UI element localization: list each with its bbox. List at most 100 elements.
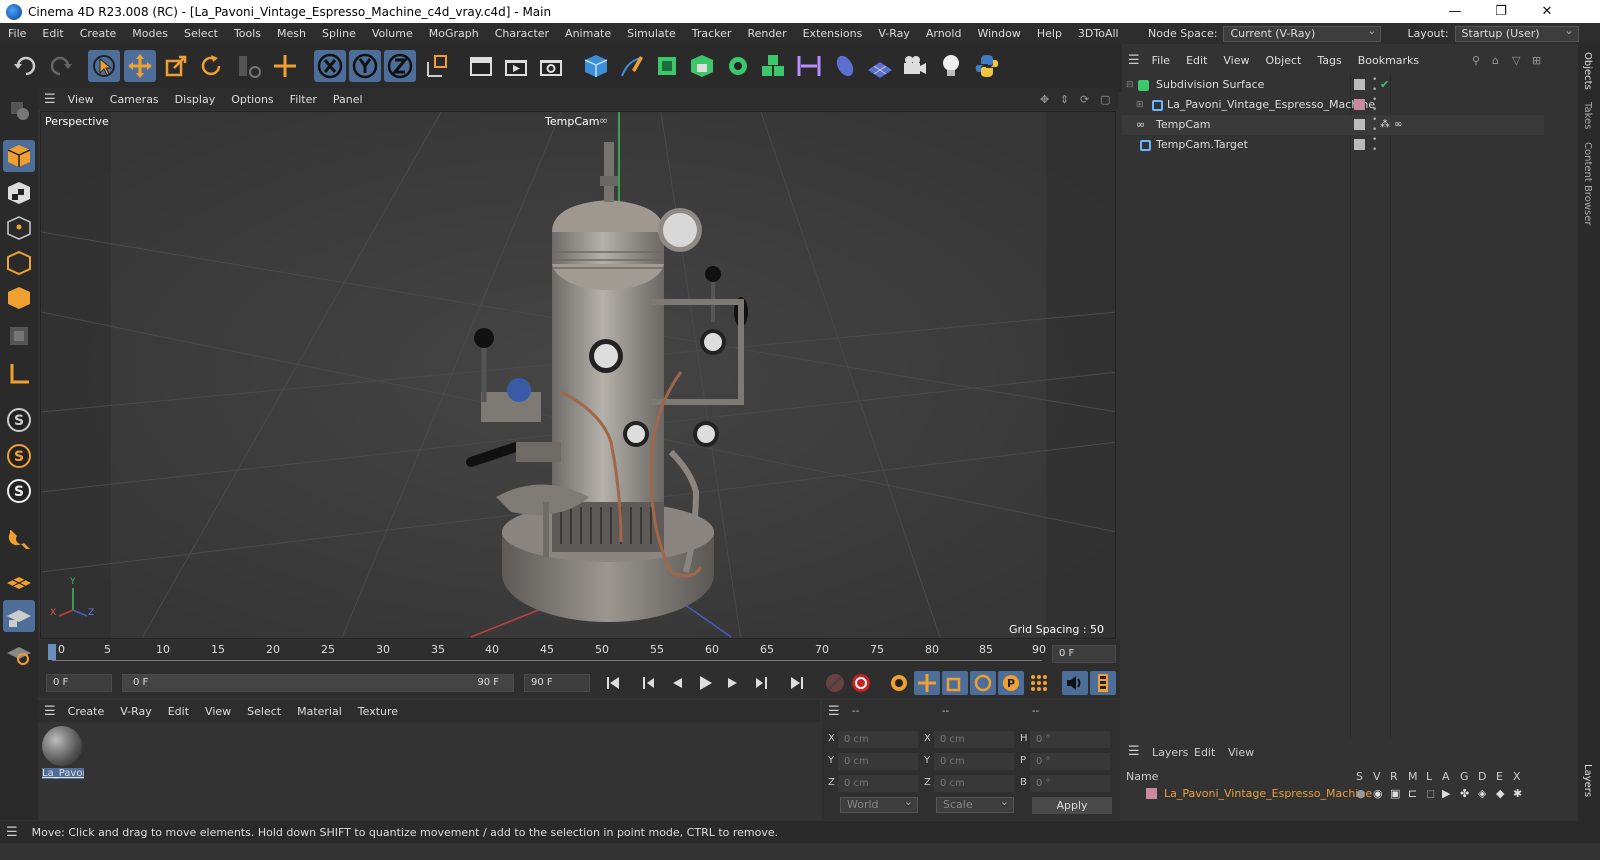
menu-create[interactable]: Create bbox=[72, 23, 125, 44]
viewport-menu-view[interactable]: View bbox=[60, 93, 102, 106]
play-button[interactable] bbox=[692, 671, 718, 695]
rotation-h-field[interactable]: 0 ° bbox=[1030, 731, 1110, 748]
current-frame-field[interactable]: 0 F bbox=[1052, 645, 1116, 663]
visibility-dots-icon[interactable]: • • bbox=[1372, 135, 1377, 155]
layer-render-icon[interactable]: ▣ bbox=[1390, 784, 1400, 804]
viewport-menu-cameras[interactable]: Cameras bbox=[102, 93, 167, 106]
material-menu-texture[interactable]: Texture bbox=[350, 705, 406, 718]
material-menu-vray[interactable]: V-Ray bbox=[112, 705, 160, 718]
objects-menu-bookmarks[interactable]: Bookmarks bbox=[1350, 54, 1427, 67]
viewport-menu-display[interactable]: Display bbox=[167, 93, 224, 106]
field-button[interactable] bbox=[829, 50, 861, 82]
menu-file[interactable]: File bbox=[0, 23, 34, 44]
layer-row[interactable]: La_Pavoni_Vintage_Espresso_Machine ● ◉ ▣… bbox=[1122, 784, 1544, 804]
autokeying-button[interactable] bbox=[848, 671, 874, 695]
points-mode-button[interactable] bbox=[3, 212, 35, 244]
edit-flag-icon[interactable] bbox=[1354, 79, 1365, 90]
uv-mode-button[interactable] bbox=[3, 320, 35, 352]
rotation-key-button[interactable] bbox=[970, 671, 996, 695]
record-active-objects-button[interactable] bbox=[822, 671, 848, 695]
light-button[interactable] bbox=[935, 50, 967, 82]
snap-toggle-button[interactable]: S bbox=[3, 404, 35, 436]
menu-extensions[interactable]: Extensions bbox=[795, 23, 871, 44]
menu-volume[interactable]: Volume bbox=[364, 23, 421, 44]
tab-layers[interactable]: Layers bbox=[1582, 764, 1593, 797]
menu-simulate[interactable]: Simulate bbox=[619, 23, 684, 44]
make-editable-button[interactable] bbox=[3, 94, 35, 126]
material-menu-edit[interactable]: Edit bbox=[160, 705, 197, 718]
visibility-dots-icon[interactable]: • • bbox=[1372, 115, 1377, 135]
apply-button[interactable]: Apply bbox=[1032, 797, 1112, 814]
cube-object-button[interactable] bbox=[580, 50, 612, 82]
viewport-camera-name[interactable]: TempCam bbox=[545, 115, 599, 128]
snap-mode-button[interactable]: S bbox=[3, 475, 35, 507]
layer-deformers-icon[interactable]: ◈ bbox=[1478, 784, 1486, 804]
z-axis-lock-button[interactable] bbox=[384, 50, 416, 82]
tab-takes[interactable]: Takes bbox=[1582, 102, 1593, 129]
deformer-button[interactable] bbox=[793, 50, 825, 82]
layer-generators-icon[interactable]: ✤ bbox=[1460, 784, 1469, 804]
go-to-end-button[interactable] bbox=[784, 671, 810, 695]
object-row-subdivision-surface[interactable]: ⊟ Subdivision Surface • • ✔ bbox=[1122, 75, 1544, 95]
edges-mode-button[interactable] bbox=[3, 247, 35, 279]
layer-solo-icon[interactable]: ● bbox=[1356, 784, 1366, 804]
timeline-ruler[interactable]: 0 5 10 15 20 25 30 35 40 45 50 55 60 65 … bbox=[38, 640, 1120, 668]
layer-visible-eye-icon[interactable]: ◉ bbox=[1373, 784, 1383, 804]
create-null-button[interactable] bbox=[269, 50, 301, 82]
size-y-field[interactable]: 0 cm bbox=[934, 753, 1014, 770]
layers-menu-layers[interactable]: Layers bbox=[1152, 746, 1188, 759]
coordinate-system-button[interactable] bbox=[421, 50, 453, 82]
workplane-button[interactable] bbox=[3, 565, 35, 597]
objects-menu-tags[interactable]: Tags bbox=[1309, 54, 1349, 67]
maximize-button[interactable]: ❐ bbox=[1478, 0, 1524, 23]
material-menu-create[interactable]: Create bbox=[60, 705, 113, 718]
menu-vray[interactable]: V-Ray bbox=[870, 23, 918, 44]
position-z-field[interactable]: 0 cm bbox=[838, 775, 918, 792]
layer-manager-icon[interactable]: ⊏ bbox=[1408, 784, 1417, 804]
menu-character[interactable]: Character bbox=[487, 23, 557, 44]
visibility-dots-icon[interactable]: • • bbox=[1372, 95, 1377, 115]
target-tag-icon[interactable]: ∞ bbox=[1394, 115, 1402, 135]
start-frame-field[interactable]: 0 F bbox=[46, 674, 112, 692]
next-keyframe-button[interactable] bbox=[748, 671, 774, 695]
point-level-animation-button[interactable] bbox=[1026, 671, 1052, 695]
menu-tracker[interactable]: Tracker bbox=[684, 23, 740, 44]
minimize-button[interactable]: — bbox=[1432, 0, 1478, 23]
texture-mode-button[interactable] bbox=[3, 177, 35, 209]
lock-workplane-button[interactable] bbox=[3, 600, 35, 632]
viewport-menu-filter[interactable]: Filter bbox=[282, 93, 325, 106]
render-to-picture-viewer-button[interactable] bbox=[500, 50, 532, 82]
menu-select[interactable]: Select bbox=[176, 23, 226, 44]
position-y-field[interactable]: 0 cm bbox=[838, 753, 918, 770]
rotate-tool-button[interactable] bbox=[195, 50, 227, 82]
viewport-rotate-icon[interactable]: ⟳ bbox=[1080, 93, 1089, 106]
edit-flag-icon[interactable] bbox=[1354, 119, 1365, 130]
model-mode-button[interactable] bbox=[3, 140, 35, 172]
axis-mode-button[interactable] bbox=[3, 358, 35, 390]
size-x-field[interactable]: 0 cm bbox=[934, 731, 1014, 748]
menu-tools[interactable]: Tools bbox=[226, 23, 269, 44]
close-button[interactable]: ✕ bbox=[1524, 0, 1570, 23]
rotation-b-field[interactable]: 0 ° bbox=[1030, 775, 1110, 792]
undo-button[interactable] bbox=[10, 50, 42, 82]
tree-expand-icon[interactable]: ⊟ bbox=[1126, 75, 1134, 95]
layer-animation-icon[interactable]: ▶ bbox=[1442, 784, 1450, 804]
tab-content-browser[interactable]: Content Browser bbox=[1582, 142, 1593, 225]
position-key-button[interactable] bbox=[914, 671, 940, 695]
size-mode-dropdown[interactable]: Scale bbox=[936, 795, 1014, 813]
next-frame-button[interactable] bbox=[720, 671, 746, 695]
layer-color-swatch[interactable] bbox=[1146, 788, 1157, 799]
layers-menu-view[interactable]: View bbox=[1228, 746, 1254, 759]
menu-3dtoall[interactable]: 3DToAll bbox=[1070, 23, 1127, 44]
objects-home-icon[interactable]: ⌂ bbox=[1492, 54, 1499, 67]
objects-menu-object[interactable]: Object bbox=[1258, 54, 1310, 67]
playhead[interactable] bbox=[48, 644, 56, 660]
layer-lock-icon[interactable]: ◻ bbox=[1426, 784, 1435, 804]
menu-edit[interactable]: Edit bbox=[34, 23, 71, 44]
object-row-la-pavoni[interactable]: ⊞ La_Pavoni_Vintage_Espresso_Machine • • bbox=[1122, 95, 1544, 115]
objects-new-window-icon[interactable]: ⊞ bbox=[1532, 54, 1541, 67]
menu-modes[interactable]: Modes bbox=[124, 23, 176, 44]
layer-color-swatch[interactable] bbox=[1354, 99, 1365, 110]
perspective-viewport[interactable]: Perspective TempCam ∞ Grid Spacing : 50 … bbox=[40, 111, 1116, 639]
snap-settings-button[interactable]: S bbox=[3, 440, 35, 472]
